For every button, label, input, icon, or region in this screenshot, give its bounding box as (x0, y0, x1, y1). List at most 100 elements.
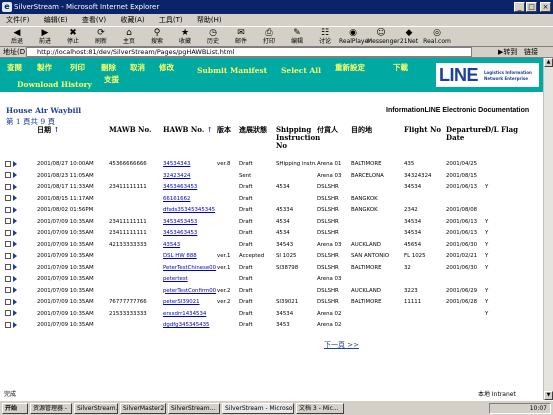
nav-download-history[interactable]: Download History (17, 80, 92, 89)
nav-delete[interactable]: 刪除 (101, 62, 116, 73)
nav-print[interactable]: 列印 (70, 62, 85, 73)
menu-view[interactable]: 查看(V) (76, 14, 112, 26)
nav-reset[interactable]: 重新設定 (335, 62, 365, 73)
scroll-up-icon[interactable]: ▲ (544, 58, 553, 67)
go-button[interactable]: ▶转到 (498, 47, 517, 57)
hawb-link[interactable]: petertest (163, 276, 188, 282)
hawb-link[interactable]: 3453453453 (163, 219, 197, 225)
task-silverstream-1[interactable]: SilverStream... (74, 403, 118, 414)
links-button[interactable]: 链接 (524, 47, 538, 57)
header-destination[interactable]: 目的地 (350, 125, 403, 159)
next-page-link[interactable]: 下一頁 >> (324, 340, 359, 350)
nav-cancel[interactable]: 取消 (130, 62, 145, 73)
row-checkbox[interactable] (5, 206, 11, 213)
hawb-link[interactable]: 32423424 (163, 173, 190, 179)
toolbar-button-real[interactable]: ◉ RealPlayer (339, 28, 371, 47)
hawb-link[interactable]: 43543 (163, 242, 180, 248)
task-silverstream-ie[interactable]: SilverStream - Microsof... (222, 403, 294, 414)
row-checkbox[interactable] (5, 195, 11, 201)
nav-view[interactable]: 查閱 (7, 62, 22, 73)
row-checkbox[interactable] (5, 241, 11, 247)
header-dl-flag[interactable]: D/L Flag (484, 125, 540, 159)
task-word-doc[interactable]: 文档 3 - Mic... (296, 403, 344, 414)
row-pointer-icon[interactable] (13, 160, 17, 167)
menu-help[interactable]: 帮助(H) (191, 14, 228, 26)
menu-tools[interactable]: 工具(T) (153, 14, 189, 26)
nav-submit-manifest[interactable]: Submit Manifest (197, 66, 267, 75)
hawb-link[interactable]: dgdfg345345435 (163, 322, 209, 328)
toolbar-button-back[interactable]: ◀ 后退 (3, 28, 31, 47)
row-checkbox[interactable] (5, 229, 11, 236)
hawb-link[interactable]: 3453463453 (163, 230, 197, 236)
row-checkbox[interactable] (5, 183, 11, 190)
nav-modify[interactable]: 修改 (159, 62, 174, 73)
hawb-link[interactable]: DSL HW 888 (163, 253, 197, 259)
row-pointer-icon[interactable] (13, 298, 17, 305)
row-checkbox[interactable] (5, 172, 11, 178)
hawb-link[interactable]: peterSI39021 (163, 299, 200, 305)
row-pointer-icon[interactable] (13, 264, 17, 270)
minimize-button[interactable]: _ (514, 2, 525, 12)
hawb-link[interactable]: peterTestConfirm001 (163, 288, 216, 294)
header-version[interactable]: 版本 (216, 125, 238, 159)
menu-favorites[interactable]: 收藏(A) (114, 14, 150, 26)
menu-file[interactable]: 文件(F) (0, 14, 36, 26)
vertical-scrollbar[interactable]: ▲ ▼ (543, 58, 553, 400)
header-flight-no[interactable]: Flight No (403, 125, 445, 159)
toolbar-button-forward[interactable]: ▶ 前进 (31, 28, 59, 47)
close-button[interactable]: × (540, 2, 551, 12)
row-pointer-icon[interactable] (13, 287, 17, 293)
menu-edit[interactable]: 编辑(E) (38, 14, 74, 26)
toolbar-button-history[interactable]: ◷ 历史 (199, 28, 227, 47)
row-checkbox[interactable] (5, 160, 11, 167)
row-pointer-icon[interactable] (13, 195, 17, 201)
header-shipper[interactable]: 付貨人 (316, 125, 350, 159)
header-hawb[interactable]: HAWB No. ↑ (162, 125, 216, 159)
hawb-link[interactable]: 34534343 (163, 161, 190, 167)
task-explorer[interactable]: 资源管理器 - (30, 403, 72, 414)
toolbar-button-search[interactable]: ⚲ 搜索 (143, 28, 171, 47)
row-pointer-icon[interactable] (13, 218, 17, 224)
row-checkbox[interactable] (5, 310, 11, 316)
row-checkbox[interactable] (5, 321, 11, 328)
hawb-link[interactable]: PeterTestChinese001 (163, 265, 216, 271)
toolbar-button-mail[interactable]: ✉ 邮件 (227, 28, 255, 47)
scroll-down-icon[interactable]: ▼ (544, 391, 553, 400)
row-checkbox[interactable] (5, 252, 11, 259)
hawb-link[interactable]: dfsds35345345345 (163, 207, 215, 213)
row-checkbox[interactable] (5, 298, 11, 305)
toolbar-button-discuss[interactable]: ☷ 讨论 (311, 28, 339, 47)
row-pointer-icon[interactable] (13, 252, 17, 259)
address-input[interactable]: http://localhost:81/dev/SilverStream/Pag… (26, 47, 472, 57)
row-pointer-icon[interactable] (13, 183, 17, 190)
header-shipping-instruction[interactable]: Shipping Instruction No (275, 125, 320, 159)
row-checkbox[interactable] (5, 275, 11, 282)
row-pointer-icon[interactable] (13, 321, 17, 328)
hawb-link[interactable]: ersxdrr1434534 (163, 311, 206, 317)
nav-create[interactable]: 製作 (37, 62, 52, 73)
toolbar-button-messenger[interactable]: ☺ Messenger (367, 28, 400, 47)
row-pointer-icon[interactable] (13, 241, 17, 247)
row-checkbox[interactable] (5, 287, 11, 293)
row-pointer-icon[interactable] (13, 206, 17, 213)
hawb-link[interactable]: 66161662 (163, 196, 190, 202)
header-status[interactable]: 進展狀態 (238, 125, 275, 159)
nav-download[interactable]: 下載 (393, 62, 408, 73)
hawb-link[interactable]: 3453463453 (163, 184, 197, 190)
toolbar-button-favorites[interactable]: ★ 收藏 (171, 28, 199, 47)
toolbar-button-edit[interactable]: ✎ 编辑 (283, 28, 311, 47)
toolbar-button-refresh[interactable]: ⟳ 刷新 (87, 28, 115, 47)
row-checkbox[interactable] (5, 264, 11, 270)
toolbar-button-print[interactable]: ⎙ 打印 (255, 28, 283, 47)
toolbar-button-21cn[interactable]: ◆ 21Net (395, 28, 423, 47)
row-pointer-icon[interactable] (13, 275, 17, 282)
nav-support[interactable]: 支援 (104, 74, 119, 85)
row-pointer-icon[interactable] (13, 310, 17, 316)
task-silvermaster[interactable]: SilverMaster2 (120, 403, 166, 414)
start-button[interactable]: 开始 (2, 403, 28, 414)
task-silverstream-2[interactable]: SilverStream... (168, 403, 220, 414)
header-mawb[interactable]: MAWB No. (108, 125, 162, 159)
nav-select-all[interactable]: Select All (281, 66, 321, 75)
row-pointer-icon[interactable] (13, 172, 17, 178)
maximize-button[interactable]: □ (526, 2, 537, 12)
